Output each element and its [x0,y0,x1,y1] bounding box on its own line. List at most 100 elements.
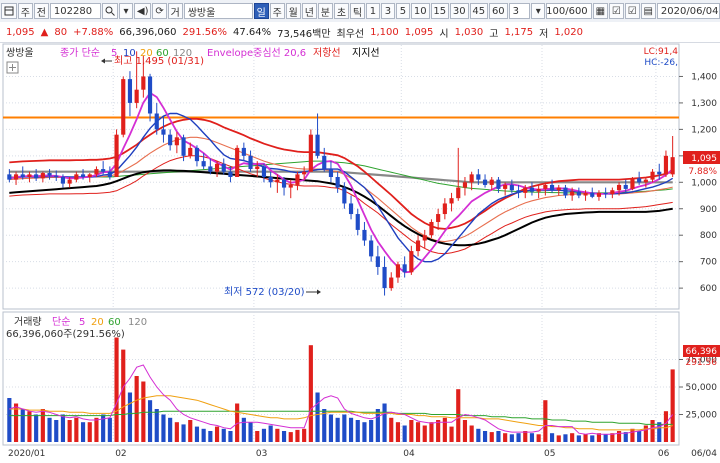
date-input[interactable]: 2020/06/04 [656,3,720,19]
candle-body [456,187,461,199]
period-tab-second[interactable]: 초 [333,3,349,19]
volume-bar [281,431,287,442]
volume-bar [181,424,186,442]
legend-support: 지지선 [352,47,380,59]
current-volume-badge: 66,396 291.56 [683,345,720,368]
candle-body [295,174,300,185]
volume-bar [308,345,313,442]
candle-body [342,187,347,204]
candle-body [469,174,474,183]
high-annotation-text: 최고 1,495 (01/31) [114,55,204,67]
volume-bar [288,432,293,442]
volume-bar [436,420,441,442]
date-axis: 2020/01 02 03 04 05 06 06/04 [8,449,717,459]
volume-bar [328,414,334,442]
volume-bar [295,429,300,442]
period-tab-day[interactable]: 일 [253,3,269,19]
volume-bar [563,434,568,442]
candle-body [235,147,240,177]
candle-body [154,113,159,130]
volume-bar [549,433,555,442]
low-annotation-text: 최저 572 (03/20) [224,286,305,298]
interval-button-3[interactable]: 3 [380,3,395,19]
volume-bar [174,422,179,442]
volume-bar [482,431,488,442]
candle-body [462,182,468,188]
candle-body [382,266,387,289]
interval-button-10[interactable]: 10 [410,3,430,19]
candle-body [556,187,561,191]
interval-select[interactable]: 3 [508,3,531,19]
interval-dropdown-icon[interactable]: ▾ [531,3,546,19]
volume-bar [80,422,86,442]
candle-body [281,179,287,188]
candle-body [141,76,146,90]
candle-body [570,191,575,196]
period-tab-month[interactable]: 월 [285,3,301,19]
price-tick-label: 1,400 [691,72,717,82]
stock-list-dropdown-icon[interactable]: ▾ [119,3,133,19]
candle-body [80,174,86,177]
refresh-icon[interactable]: ⟳ [152,3,167,19]
candle-body [208,166,213,172]
date-tick-label: 04 [403,449,415,459]
candle-body [523,187,528,193]
interval-button-5[interactable]: 5 [395,3,410,19]
volume-current-value: 66,396,060주(291.56%) [6,329,125,340]
interval-button-30[interactable]: 30 [450,3,469,19]
period-tab-tick[interactable]: 틱 [349,3,365,19]
checkbox-icon[interactable]: ☑ [608,3,624,19]
candle-body [476,174,481,180]
stock-search-icon[interactable] [102,3,118,19]
candle-body [536,188,541,192]
volume-bar [94,417,99,442]
candle-body [355,214,360,230]
volume-bar [583,434,588,442]
candle-body [147,76,153,114]
best-ask-label: 최우선 [336,28,365,40]
interval-button-45[interactable]: 45 [469,3,489,19]
grid-view-icon[interactable]: ▤ [640,3,656,19]
corner-lc: LC:91,4 [644,47,679,57]
candle-body [516,190,521,193]
high-price: 1,175 [504,26,534,38]
candle-body [375,256,380,267]
period-tab-minute[interactable]: 분 [317,3,333,19]
candle-body [328,169,334,177]
volume-bar [168,417,173,442]
volume-bar [657,422,662,442]
interval-button-15[interactable]: 15 [430,3,450,19]
market-type-select[interactable]: 주 [17,3,33,19]
candle-body [241,147,246,156]
volume-bar [141,381,146,442]
candle-body [181,137,186,156]
bar-count-input[interactable]: 100/600 [546,3,592,19]
interval-button-1[interactable]: 1 [365,3,380,19]
period-tab-week[interactable]: 주 [269,3,285,19]
period-tab-year[interactable]: 년 [301,3,317,19]
candle-body [616,184,622,191]
speaker-icon[interactable]: ◀) [134,3,152,19]
volume-bar [543,400,548,442]
stock-name-field[interactable]: 쌍방울 [183,3,253,19]
date-tick-label: 05 [544,449,555,459]
candle-body [7,174,12,180]
interval-button-60[interactable]: 60 [489,3,508,19]
prev-toggle-button[interactable]: 전 [33,3,49,19]
quote-info-bar: 1,095 ▲ 80 +7.88% 66,396,060 291.56% 47.… [0,22,720,43]
candle-body [255,166,260,170]
candle-body [596,192,602,197]
volume-bar [395,422,401,442]
candle-body [637,178,642,183]
chart-area[interactable]: 쌍방울 종가 단순 5 10 20 60 120 Envelope중심선 20,… [0,42,720,460]
current-price-badge: 1,095 7.88% [683,151,720,177]
stock-code-input[interactable]: 102280 [49,3,102,19]
checkbox-icon-2[interactable]: ☑ [624,3,640,19]
stock-chart[interactable]: 쌍방울 종가 단순 5 10 20 60 120 Envelope중심선 20,… [0,42,720,460]
volume-legend-ma120: 120 [128,317,147,328]
candle-body [87,174,92,177]
window-menu-icon[interactable] [1,3,17,19]
volume-bar [67,420,72,442]
settings-icon[interactable]: ▦ [592,3,608,19]
volume-bar [255,431,260,442]
